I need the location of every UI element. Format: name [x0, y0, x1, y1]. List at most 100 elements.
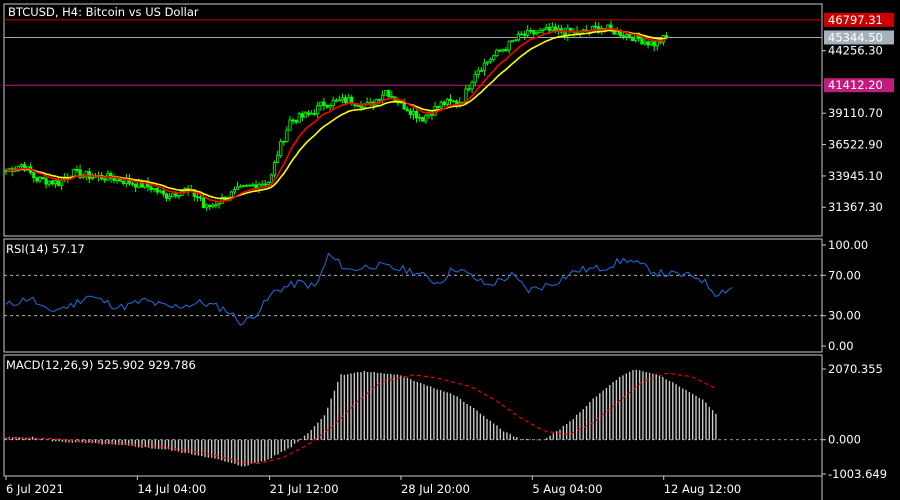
candle	[322, 101, 326, 106]
candle	[32, 172, 36, 178]
candle	[405, 108, 409, 112]
candle	[195, 196, 199, 198]
panel-frame	[3, 238, 823, 353]
trading-chart[interactable]: BTCUSD, H4: Bitcoin vs US Dollar 44256.3…	[0, 0, 900, 500]
candle	[640, 38, 644, 45]
candle	[316, 105, 320, 115]
price-level-label: 45344.50	[828, 30, 883, 44]
candle	[331, 100, 335, 106]
candle	[53, 180, 57, 185]
candle	[414, 110, 419, 119]
candle	[473, 74, 477, 83]
candle	[115, 178, 119, 181]
candle	[35, 177, 39, 182]
candle	[380, 94, 385, 101]
y-tick-label: 30.00	[828, 309, 861, 323]
macd-panel[interactable]: MACD(12,26,9) 525.902 929.786 2070.355 0.…	[4, 358, 887, 481]
y-tick-label: 100.00	[828, 238, 868, 252]
candle	[593, 25, 598, 28]
candle	[41, 176, 45, 180]
candle	[624, 34, 629, 37]
candle	[152, 187, 156, 190]
chart-title: BTCUSD, H4: Bitcoin vs US Dollar	[8, 5, 199, 19]
candle	[387, 90, 391, 97]
candle	[158, 190, 162, 193]
y-tick-label: 36522.90	[828, 138, 883, 152]
candle	[482, 62, 487, 71]
candle	[121, 180, 125, 184]
candle	[529, 30, 533, 32]
candle	[313, 112, 317, 115]
candle	[337, 99, 341, 102]
candle	[448, 98, 453, 102]
candle	[90, 176, 95, 180]
candle	[418, 116, 422, 119]
rsi-line	[5, 252, 733, 326]
candle	[285, 129, 289, 142]
candle	[652, 41, 656, 47]
x-tick-label: 12 Aug 12:00	[664, 482, 742, 496]
candle	[168, 196, 172, 199]
x-tick-label: 6 Jul 2021	[6, 482, 64, 496]
y-tick-label: 2070.355	[828, 362, 883, 376]
candle	[439, 101, 443, 108]
candle	[479, 70, 483, 72]
candle	[621, 35, 625, 38]
candle	[263, 183, 267, 186]
candle	[492, 55, 496, 61]
candle	[455, 100, 459, 105]
candle	[328, 105, 332, 108]
candle	[211, 204, 215, 208]
candle	[130, 182, 135, 185]
candle	[334, 99, 338, 102]
candle	[19, 164, 24, 167]
y-tick-label: 0.00	[828, 339, 854, 353]
candle	[254, 184, 258, 189]
y-tick-label: -1003.649	[828, 467, 887, 481]
macd-title: MACD(12,26,9) 525.902 929.786	[6, 358, 196, 372]
candle	[232, 189, 237, 193]
time-axis: 6 Jul 2021 14 Jul 04:00 21 Jul 12:00 28 Jul…	[5, 476, 742, 496]
candle	[235, 186, 240, 190]
candle	[649, 41, 653, 46]
candle	[319, 101, 323, 106]
price-panel[interactable]: BTCUSD, H4: Bitcoin vs US Dollar 44256.3…	[4, 5, 894, 214]
candle	[374, 98, 379, 106]
y-tick-label: 33945.10	[828, 169, 883, 183]
candle	[627, 34, 632, 38]
y-tick-label: 70.00	[828, 268, 861, 282]
candle	[75, 169, 79, 171]
candle	[526, 30, 530, 36]
candle	[445, 98, 450, 106]
candle	[368, 101, 372, 104]
candle	[550, 26, 554, 31]
x-tick-label: 21 Jul 12:00	[270, 482, 339, 496]
candle	[174, 193, 178, 197]
rsi-panel[interactable]: RSI(14) 57.17 100.00 70.00 30.00 0.00	[4, 238, 868, 353]
candle	[38, 176, 42, 182]
candle	[504, 49, 508, 52]
candle	[291, 119, 295, 122]
candle	[279, 141, 283, 157]
candle	[538, 30, 542, 34]
candle	[266, 182, 270, 186]
candle	[498, 49, 502, 52]
candle	[251, 184, 255, 187]
candle	[134, 183, 138, 188]
y-tick-label: 0.000	[828, 433, 861, 447]
candle	[470, 81, 474, 90]
candle	[297, 113, 301, 123]
candle	[56, 180, 61, 186]
panel-frame	[3, 3, 823, 237]
candle	[541, 28, 545, 31]
candle	[260, 183, 264, 186]
candle	[294, 119, 298, 123]
candle	[248, 184, 252, 187]
candle	[451, 100, 456, 103]
y-tick-label: 31367.30	[828, 200, 883, 214]
fast-ma-line	[5, 27, 667, 203]
candle	[164, 193, 169, 199]
candle	[664, 35, 669, 38]
candle	[359, 105, 363, 108]
candle	[198, 196, 203, 199]
